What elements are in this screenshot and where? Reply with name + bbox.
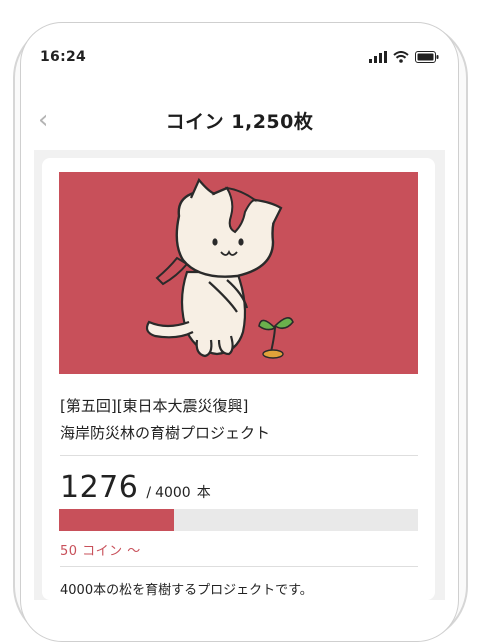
page-title: コイン 1,250枚 [165, 110, 314, 133]
wifi-icon [393, 51, 409, 63]
divider [60, 566, 418, 567]
count-separator: / [146, 485, 152, 501]
progress-count: 1276 / 4000 本 [60, 470, 211, 505]
cat-planting-sprout-illustration [145, 177, 294, 359]
divider [60, 455, 418, 456]
signal-icon [369, 51, 387, 63]
battery-icon [415, 51, 439, 63]
project-title-line1: [第五回][東日本大震災復興] [60, 397, 249, 415]
total-count: 4000 [155, 485, 191, 501]
current-count: 1276 [60, 470, 139, 505]
project-description: 4000本の松を育樹するプロジェクトです。 [60, 583, 313, 598]
project-title-line2: 海岸防災林の育樹プロジェクト [60, 424, 271, 442]
chevron-left-icon[interactable]: ‹ [38, 107, 48, 133]
navigation-bar: ‹ コイン 1,250枚 [30, 100, 449, 140]
coin-amount-link[interactable]: 50 コイン ～ [60, 540, 141, 559]
progress-bar-fill [59, 509, 174, 531]
progress-bar [59, 509, 418, 531]
project-title: [第五回][東日本大震災復興] 海岸防災林の育樹プロジェクト [60, 393, 420, 447]
status-icons [369, 51, 439, 63]
status-time: 16:24 [40, 49, 87, 65]
project-hero-image [59, 172, 418, 374]
status-bar: 16:24 [40, 45, 439, 69]
count-unit: 本 [196, 485, 211, 501]
